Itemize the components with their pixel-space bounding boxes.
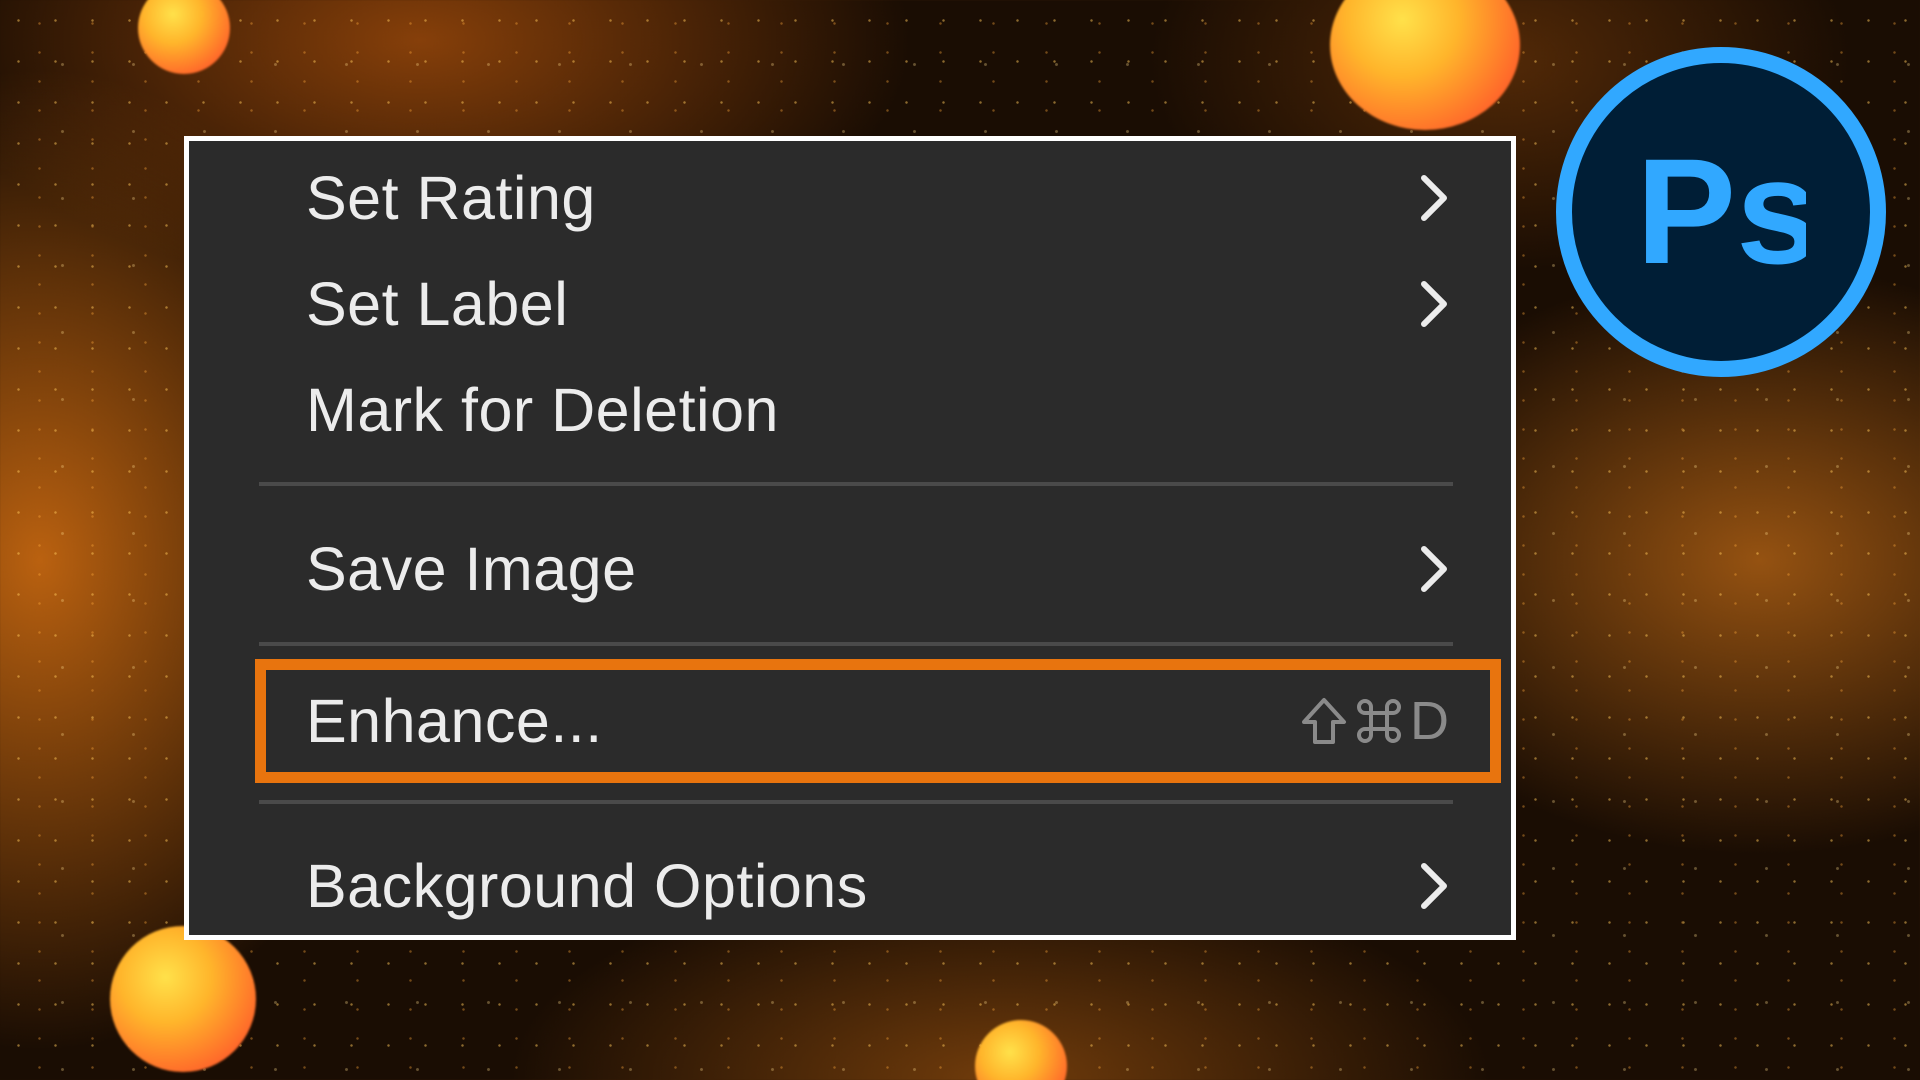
menu-item-label: Set Label (306, 270, 569, 338)
glowing-orb (110, 926, 256, 1072)
menu-item-label: Save Image (306, 535, 637, 603)
shortcut-key: D (1410, 691, 1449, 751)
menu-item-label: Enhance... (306, 687, 603, 755)
menu-item-label: Set Rating (306, 164, 596, 232)
menu-separator (259, 482, 1453, 486)
menu-separator (259, 642, 1453, 646)
logo-text: Ps (1636, 137, 1806, 287)
menu-item-mark-for-deletion[interactable]: Mark for Deletion (189, 360, 1511, 460)
chevron-right-icon (1421, 281, 1447, 327)
menu-item-save-image[interactable]: Save Image (189, 519, 1511, 619)
chevron-right-icon (1421, 863, 1447, 909)
keyboard-shortcut: D (1300, 690, 1449, 752)
menu-item-set-rating[interactable]: Set Rating (189, 148, 1511, 248)
shift-icon (1302, 698, 1346, 744)
command-icon (1357, 699, 1401, 743)
chevron-right-icon (1421, 546, 1447, 592)
menu-item-label: Mark for Deletion (306, 376, 779, 444)
menu-item-set-label[interactable]: Set Label (189, 254, 1511, 354)
context-menu: Set Rating Set Label Mark for Deletion S… (184, 136, 1516, 940)
menu-item-enhance[interactable]: Enhance... D (189, 671, 1511, 771)
photoshop-logo-text: Ps (1636, 137, 1806, 287)
menu-separator (259, 800, 1453, 804)
chevron-right-icon (1421, 175, 1447, 221)
photoshop-logo: Ps (1556, 47, 1886, 377)
menu-item-background-options[interactable]: Background Options (189, 836, 1511, 936)
menu-item-label: Background Options (306, 852, 868, 920)
